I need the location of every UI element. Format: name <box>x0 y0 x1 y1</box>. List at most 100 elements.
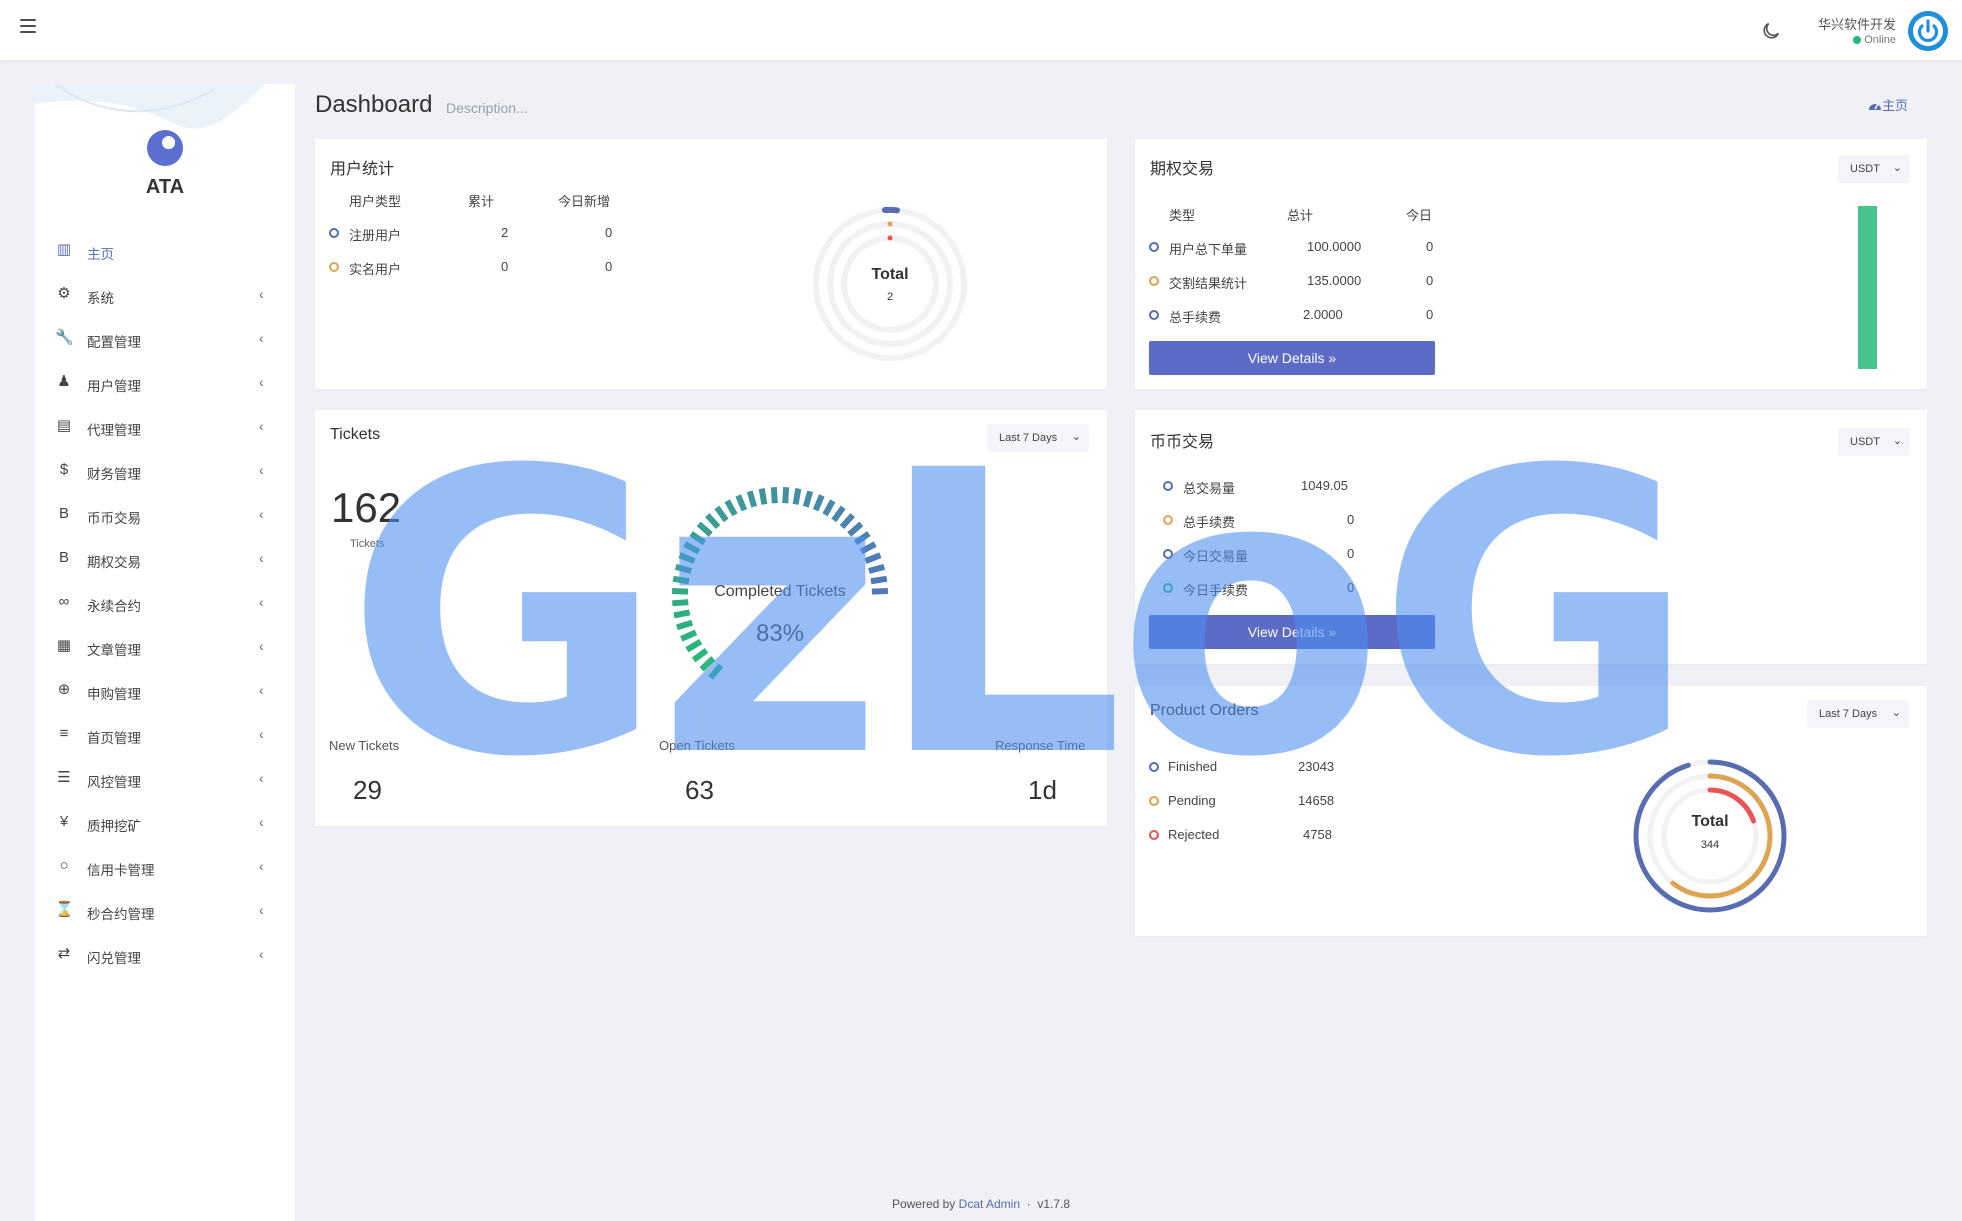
card-title: Tickets <box>330 426 381 443</box>
gauge-tick <box>672 575 690 585</box>
sidebar-item-label: 永续合约 <box>87 599 141 614</box>
donut-total-value: 344 <box>1700 839 1720 851</box>
sidebar-item[interactable]: B 期权交易 ‹ <box>35 544 295 574</box>
row-value: 0 <box>1426 239 1434 254</box>
row-value: 0 <box>501 259 509 274</box>
tickets-count: 162 <box>331 484 402 531</box>
sidebar-item-label: 风控管理 <box>87 775 141 790</box>
online-dot-icon <box>1853 36 1862 44</box>
tickets-card: Tickets Last 7 Days ⌄ 162 Tickets Complet… <box>315 410 1107 826</box>
dcat-admin-link[interactable]: Dcat Admin <box>959 1197 1020 1211</box>
sidebar-item[interactable]: ¥ 质押挖矿 ‹ <box>35 808 295 838</box>
column-header: 用户类型 <box>349 194 402 209</box>
row-value: 135.0000 <box>1307 273 1362 288</box>
sidebar-item[interactable]: ▤ 代理管理 ‹ <box>35 412 295 442</box>
row-value: 0 <box>1347 512 1355 527</box>
chevron-left-icon: ‹ <box>259 286 264 302</box>
stat-value: 1d <box>1028 775 1057 805</box>
sidebar-item[interactable]: ≡ 首页管理 ‹ <box>35 720 295 750</box>
sidebar-item-label: 期权交易 <box>87 555 141 570</box>
date-range-select[interactable]: Last 7 Days ⌄ <box>1807 700 1909 728</box>
view-details-button[interactable]: View Details » <box>1149 341 1435 375</box>
sidebar-item[interactable]: ∞ 永续合约 ‹ <box>35 588 295 618</box>
legend-circle-icon <box>329 262 339 272</box>
wrench-icon: 🔧 <box>55 329 74 346</box>
gauge-tick <box>735 494 748 512</box>
brand-name: ATA <box>145 176 185 198</box>
legend-circle-icon <box>329 228 339 238</box>
order-status: Finished <box>1168 759 1218 774</box>
stat-label: Response Time <box>995 738 1086 753</box>
user-name[interactable]: 华兴软件开发 <box>1818 14 1896 33</box>
gauge-tick <box>678 552 696 564</box>
currency-select[interactable]: USDT ⌄ <box>1838 428 1910 456</box>
gauge-tick <box>696 521 713 537</box>
sidebar-item-label: 首页管理 <box>87 731 141 746</box>
lifebuoy-icon: ⊕ <box>57 681 71 698</box>
row-value: 2.0000 <box>1303 307 1343 322</box>
donut-total-value: 2 <box>886 291 894 303</box>
page-title: Dashboard <box>315 91 433 118</box>
chevron-down-icon: ⌄ <box>1892 435 1902 447</box>
order-status: Pending <box>1168 793 1216 808</box>
row-value: 0 <box>605 259 613 274</box>
legend-circle-icon <box>1149 276 1159 286</box>
sidebar-item[interactable]: ▦ 文章管理 ‹ <box>35 632 295 662</box>
sidebar-item[interactable]: ▥ 主页 <box>35 236 295 266</box>
legend-circle-icon <box>1149 796 1159 806</box>
gauge-tick <box>864 552 882 564</box>
sidebar-item[interactable]: ☰ 风控管理 ‹ <box>35 764 295 794</box>
orders-donut-chart <box>1633 759 1787 913</box>
date-range-select[interactable]: Last 7 Days ⌄ <box>987 424 1089 452</box>
sidebar-item[interactable]: ⚙ 系统 ‹ <box>35 280 295 310</box>
currency-select[interactable]: USDT ⌄ <box>1838 155 1910 183</box>
gear-icon: ⚙ <box>57 285 71 302</box>
chevron-left-icon: ‹ <box>259 814 264 830</box>
breadcrumb[interactable]: 主页 <box>1868 95 1908 114</box>
legend-circle-icon <box>1163 549 1173 559</box>
row-label: 今日交易量 <box>1183 549 1249 564</box>
row-label: 注册用户 <box>349 228 402 243</box>
gauge-tick <box>758 488 768 505</box>
orders-ring-finished <box>1633 759 1787 913</box>
dark-mode-moon-icon[interactable] <box>1760 20 1782 42</box>
gauge-tick <box>822 499 836 517</box>
legend-circle-icon <box>1163 583 1173 593</box>
chevron-left-icon: ‹ <box>259 506 264 522</box>
avatar[interactable] <box>1908 11 1948 51</box>
sidebar-item[interactable]: B 币币交易 ‹ <box>35 500 295 530</box>
gauge-label: Completed Tickets <box>714 583 846 600</box>
view-details-button[interactable]: View Details » <box>1149 615 1435 649</box>
sidebar-item[interactable]: ⇄ 闪兑管理 ‹ <box>35 940 295 970</box>
chevron-left-icon: ‹ <box>259 330 264 346</box>
chevron-left-icon: ‹ <box>259 946 264 962</box>
sidebar-item[interactable]: $ 财务管理 ‹ <box>35 456 295 486</box>
newspaper-icon: ▦ <box>56 637 72 654</box>
options-bar <box>1858 206 1877 369</box>
user-status: Online <box>1853 34 1896 46</box>
row-value: 100.0000 <box>1307 239 1362 254</box>
link-icon: ∞ <box>58 593 70 610</box>
gauge-tick <box>802 490 814 508</box>
stat-value: 63 <box>685 775 714 805</box>
sidebar-item[interactable]: ⌛ 秒合约管理 ‹ <box>35 896 295 926</box>
gauge-tick <box>674 563 692 574</box>
sidebar-item-label: 代理管理 <box>87 423 141 438</box>
menu-toggle-icon[interactable] <box>20 19 36 33</box>
stat-label: Open Tickets <box>659 738 735 753</box>
row-value: 0 <box>1426 273 1434 288</box>
sidebar-item[interactable]: 🔧 配置管理 ‹ <box>35 324 295 354</box>
gauge-tick <box>839 513 855 530</box>
chevron-left-icon: ‹ <box>259 374 264 390</box>
sidebar-item[interactable]: ○ 信用卡管理 ‹ <box>35 852 295 882</box>
brand-logo-icon[interactable] <box>147 130 183 166</box>
sidebar-item[interactable]: ♟ 用户管理 ‹ <box>35 368 295 398</box>
legend-circle-icon <box>1149 830 1159 840</box>
card-title: 币币交易 <box>1150 434 1215 451</box>
column-header: 今日 <box>1406 208 1433 223</box>
gauge-tick <box>868 563 886 574</box>
sidebar-item[interactable]: ⊕ 申购管理 ‹ <box>35 676 295 706</box>
footer: Powered by Dcat Admin · v1.7.8 <box>891 1197 1071 1211</box>
indent-list-icon: ☰ <box>57 769 71 786</box>
stat-label: New Tickets <box>329 738 400 753</box>
